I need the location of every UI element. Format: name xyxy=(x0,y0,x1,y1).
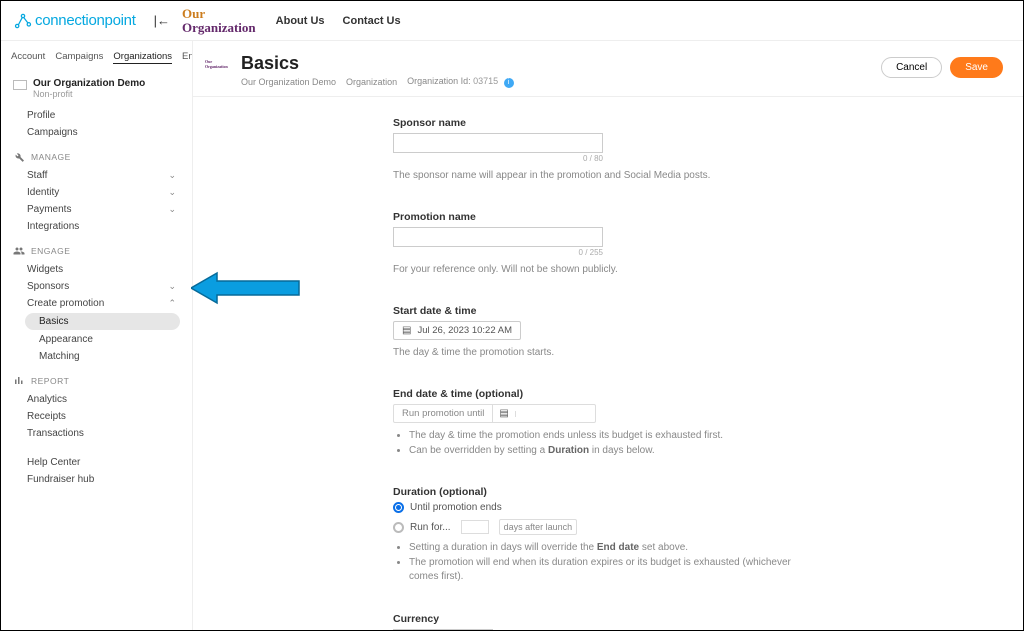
sidebar-sub-basics[interactable]: Basics xyxy=(25,313,180,330)
section-manage: MANAGE xyxy=(1,141,188,167)
main: OurOrganization Basics Our Organization … xyxy=(193,41,1023,630)
section-report: REPORT xyxy=(1,365,188,391)
radio-icon[interactable] xyxy=(393,522,404,533)
sidebar-collapse-icon[interactable]: |← xyxy=(154,13,170,28)
chevron-down-icon: ⌄ xyxy=(168,281,176,292)
sponsor-name-help: The sponsor name will appear in the prom… xyxy=(393,169,793,183)
nav-contact-us[interactable]: Contact Us xyxy=(343,15,401,27)
promo-name-counter: 0 / 255 xyxy=(393,248,603,257)
header-actions: Cancel Save xyxy=(881,57,1003,78)
form-content: Sponsor name 0 / 80 The sponsor name wil… xyxy=(193,97,1023,630)
currency-select[interactable]: Canadian Dollar xyxy=(393,629,493,631)
sidebar-fundraiser-hub[interactable]: Fundraiser hub xyxy=(1,471,188,488)
info-icon[interactable]: i xyxy=(504,78,514,88)
tab-organizations[interactable]: Organizations xyxy=(113,51,172,64)
sponsor-name-counter: 0 / 80 xyxy=(393,154,603,163)
sidebar-sponsors[interactable]: Sponsors⌄ xyxy=(1,278,188,295)
end-date-value[interactable] xyxy=(515,411,595,417)
tab-campaigns[interactable]: Campaigns xyxy=(55,51,103,64)
tab-enterprise[interactable]: Enterprise xyxy=(182,51,193,64)
sidebar-org-block[interactable]: Our Organization Demo Non-profit xyxy=(1,70,188,107)
sidebar-profile[interactable]: Profile xyxy=(1,107,188,124)
breadcrumb: Our Organization Demo Organization Organ… xyxy=(241,76,514,88)
page-title: Basics xyxy=(241,53,514,74)
promo-name-input[interactable] xyxy=(393,227,603,247)
field-duration: Duration (optional) Until promotion ends… xyxy=(393,486,793,585)
end-date-calendar-button[interactable]: ▤ xyxy=(492,405,514,422)
crumb-id-label: Organization Id: xyxy=(407,76,471,86)
chevron-down-icon: ⌄ xyxy=(168,187,176,198)
bar-chart-icon xyxy=(13,375,25,387)
sidebar: Account Campaigns Organizations Enterpri… xyxy=(1,41,193,630)
sidebar-staff[interactable]: Staff⌄ xyxy=(1,167,188,184)
org-type: Non-profit xyxy=(33,89,145,99)
chevron-up-icon: ⌃ xyxy=(168,298,176,309)
crumb-org[interactable]: Our Organization Demo xyxy=(241,77,336,87)
logo-glyph-icon xyxy=(13,11,33,31)
sidebar-create-promotion[interactable]: Create promotion⌃ xyxy=(1,295,188,312)
sidebar-integrations[interactable]: Integrations xyxy=(1,218,188,235)
duration-radio-until-ends[interactable]: Until promotion ends xyxy=(393,502,793,513)
wrench-icon xyxy=(13,151,25,163)
field-end-date: End date & time (optional) Run promotion… xyxy=(393,388,793,458)
promo-name-help: For your reference only. Will not be sho… xyxy=(393,263,793,277)
end-prefix: Run promotion until xyxy=(394,405,492,422)
people-icon xyxy=(13,245,25,257)
header-nav: About Us Contact Us xyxy=(276,15,401,27)
start-label: Start date & time xyxy=(393,305,793,317)
radio-icon[interactable] xyxy=(393,502,404,513)
chevron-down-icon: ⌄ xyxy=(168,204,176,215)
page-header: OurOrganization Basics Our Organization … xyxy=(193,41,1023,97)
currency-label: Currency xyxy=(393,613,793,625)
tab-account[interactable]: Account xyxy=(11,51,45,64)
sidebar-payments[interactable]: Payments⌄ xyxy=(1,201,188,218)
end-label: End date & time (optional) xyxy=(393,388,793,400)
start-help: The day & time the promotion starts. xyxy=(393,346,793,360)
org-brand-small-icon: OurOrganization xyxy=(205,59,231,77)
field-promotion-name: Promotion name 0 / 255 For your referenc… xyxy=(393,211,793,277)
calendar-icon: ▤ xyxy=(402,325,411,336)
sidebar-sub-appearance[interactable]: Appearance xyxy=(1,331,188,348)
sidebar-campaigns[interactable]: Campaigns xyxy=(1,124,188,141)
sidebar-receipts[interactable]: Receipts xyxy=(1,408,188,425)
promo-name-label: Promotion name xyxy=(393,211,793,223)
org-brand: Our Organization xyxy=(182,7,256,34)
field-currency: Currency Canadian Dollar Only campaigns … xyxy=(393,613,793,631)
nav-about-us[interactable]: About Us xyxy=(276,15,325,27)
org-avatar-icon xyxy=(13,80,27,90)
cancel-button[interactable]: Cancel xyxy=(881,57,942,78)
end-date-row: Run promotion until ▤ xyxy=(393,404,596,423)
sidebar-transactions[interactable]: Transactions xyxy=(1,425,188,442)
field-sponsor-name: Sponsor name 0 / 80 The sponsor name wil… xyxy=(393,117,793,183)
calendar-icon: ▤ xyxy=(499,408,508,419)
duration-suffix: days after launch xyxy=(499,519,578,535)
logo[interactable]: connectionpoint xyxy=(13,11,136,31)
duration-radio-run-for[interactable]: Run for... days after launch xyxy=(393,519,793,535)
sidebar-widgets[interactable]: Widgets xyxy=(1,261,188,278)
crumb-id-value: 03715 xyxy=(473,76,498,86)
org-name: Our Organization Demo xyxy=(33,78,145,89)
sidebar-help-center[interactable]: Help Center xyxy=(1,454,188,471)
start-date-picker[interactable]: ▤ Jul 26, 2023 10:22 AM xyxy=(393,321,521,340)
end-bullet-2: Can be overridden by setting a Duration … xyxy=(409,444,793,459)
save-button[interactable]: Save xyxy=(950,57,1003,78)
section-engage: ENGAGE xyxy=(1,235,188,261)
start-date-value: Jul 26, 2023 10:22 AM xyxy=(417,325,512,336)
sidebar-identity[interactable]: Identity⌄ xyxy=(1,184,188,201)
topbar: connectionpoint |← Our Organization Abou… xyxy=(1,1,1023,41)
duration-label: Duration (optional) xyxy=(393,486,793,498)
duration-days-input[interactable] xyxy=(461,520,489,534)
field-start-date: Start date & time ▤ Jul 26, 2023 10:22 A… xyxy=(393,305,793,360)
sponsor-name-input[interactable] xyxy=(393,133,603,153)
logo-text: connectionpoint xyxy=(35,12,136,29)
sidebar-sub-matching[interactable]: Matching xyxy=(1,348,188,365)
duration-bullet-2: The promotion will end when its duration… xyxy=(409,556,793,585)
sidebar-analytics[interactable]: Analytics xyxy=(1,391,188,408)
duration-bullet-1: Setting a duration in days will override… xyxy=(409,541,793,556)
end-bullet-1: The day & time the promotion ends unless… xyxy=(409,429,793,444)
chevron-down-icon: ⌄ xyxy=(168,170,176,181)
sponsor-name-label: Sponsor name xyxy=(393,117,793,129)
crumb-type[interactable]: Organization xyxy=(346,77,397,87)
sidebar-tabs: Account Campaigns Organizations Enterpri… xyxy=(1,51,188,70)
